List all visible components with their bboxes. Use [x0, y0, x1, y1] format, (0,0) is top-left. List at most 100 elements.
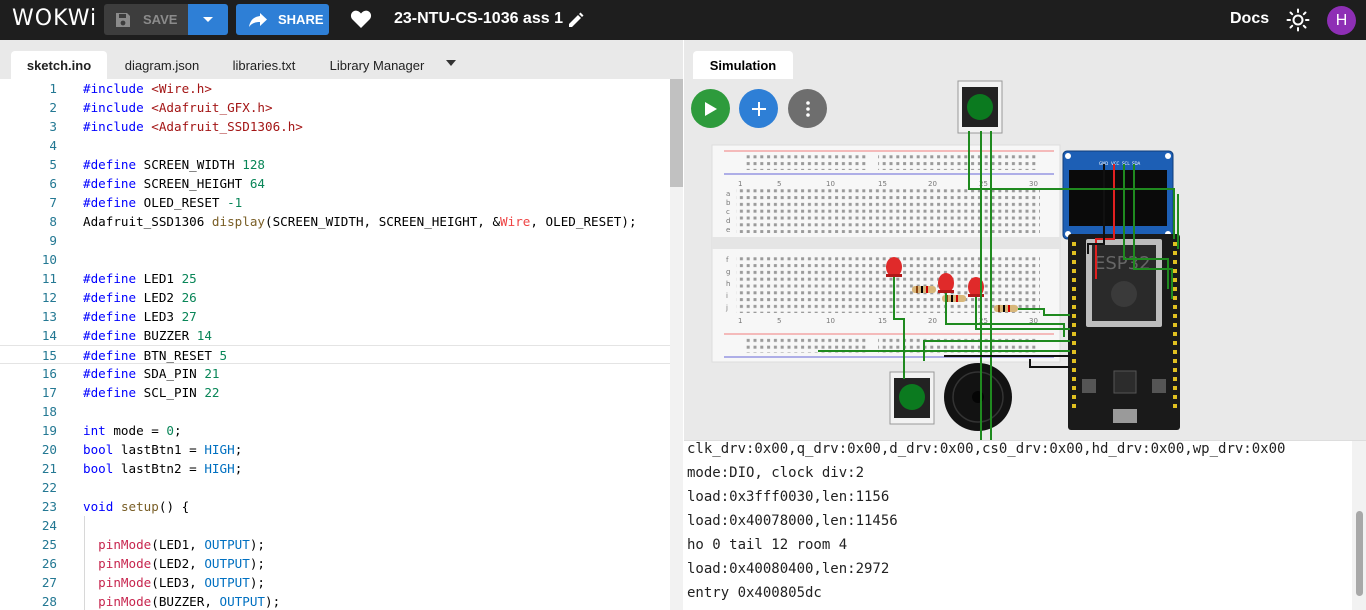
code-line: #include <Adafruit_GFX.h>: [83, 100, 273, 115]
esp32-pin[interactable]: [1173, 314, 1177, 318]
code-area[interactable]: 1 #include <Wire.h> 2 #include <Adafruit_G…: [0, 79, 670, 610]
esp32-pin[interactable]: [1173, 278, 1177, 282]
esp32-pin[interactable]: [1072, 359, 1076, 363]
buzzer[interactable]: [944, 363, 1012, 431]
simulation-pane: Simulation 1 5 10 15 20 25 30 1 5 10 15 …: [684, 40, 1366, 610]
oled-display[interactable]: GND VCC SCL SDA: [1062, 150, 1174, 240]
code-line: bool lastBtn1 = HIGH;: [83, 442, 243, 457]
esp32-pin[interactable]: [1072, 260, 1076, 264]
esp32-pin[interactable]: [1173, 287, 1177, 291]
resistor-1[interactable]: [912, 286, 936, 293]
resistor-3[interactable]: [994, 305, 1018, 312]
breadboard-row-label: a: [726, 190, 730, 198]
save-options-dropdown[interactable]: [188, 4, 228, 35]
esp32-pin[interactable]: [1173, 368, 1177, 372]
esp32-pin[interactable]: [1072, 332, 1076, 336]
esp32-pin[interactable]: [1173, 251, 1177, 255]
esp32-pin[interactable]: [1173, 305, 1177, 309]
esp32-pin[interactable]: [1072, 269, 1076, 273]
esp32-pin[interactable]: [1173, 404, 1177, 408]
line-number: 18: [41, 404, 57, 419]
serial-line: load:0x40078000,len:11456: [687, 513, 898, 529]
esp32-pin[interactable]: [1072, 377, 1076, 381]
code-line: #define LED1 25: [83, 271, 197, 286]
esp32-pin[interactable]: [1173, 260, 1177, 264]
breadboard-row-label: d: [726, 217, 730, 225]
esp32-pin[interactable]: [1072, 287, 1076, 291]
tab-libraries-txt[interactable]: libraries.txt: [218, 51, 310, 79]
esp32-pin[interactable]: [1173, 296, 1177, 300]
esp32-pin[interactable]: [1072, 278, 1076, 282]
code-line: Adafruit_SSD1306 display(SCREEN_WIDTH, S…: [83, 214, 637, 229]
code-line: int mode = 0;: [83, 423, 182, 438]
esp32-pin[interactable]: [1173, 395, 1177, 399]
esp32-pin[interactable]: [1072, 323, 1076, 327]
sun-icon[interactable]: [1286, 8, 1310, 32]
esp32-pin[interactable]: [1173, 323, 1177, 327]
esp32-pin[interactable]: [1173, 359, 1177, 363]
esp32-pin[interactable]: [1072, 368, 1076, 372]
esp32-pin[interactable]: [1072, 404, 1076, 408]
esp32-label: ESP32: [1094, 253, 1151, 274]
esp32-pin[interactable]: [1173, 341, 1177, 345]
pencil-icon[interactable]: [567, 11, 585, 29]
heart-icon[interactable]: [350, 9, 372, 29]
esp32-pin[interactable]: [1173, 386, 1177, 390]
circuit-diagram: 1 5 10 15 20 25 30 1 5 10 15 20 25 30 a …: [711, 80, 1180, 440]
simulation-canvas[interactable]: 1 5 10 15 20 25 30 1 5 10 15 20 25 30 a …: [684, 79, 1366, 440]
esp32-pin[interactable]: [1072, 386, 1076, 390]
esp32-pin[interactable]: [1173, 377, 1177, 381]
pushbutton-bottom[interactable]: [889, 371, 935, 425]
led-2[interactable]: [938, 273, 954, 293]
serial-scrollbar[interactable]: [1352, 441, 1366, 610]
line-number: 21: [41, 461, 57, 476]
esp32-pin[interactable]: [1072, 314, 1076, 318]
share-icon: [249, 12, 267, 27]
line-number: 4: [49, 138, 57, 153]
docs-link[interactable]: Docs: [1230, 10, 1269, 28]
esp32-pin[interactable]: [1173, 350, 1177, 354]
code-line: #define BTN_RESET 5: [83, 348, 228, 363]
save-button[interactable]: SAVE: [104, 4, 188, 35]
tab-diagram-json[interactable]: diagram.json: [112, 51, 212, 79]
esp32-pin[interactable]: [1072, 341, 1076, 345]
top-bar: WOKWi SAVE SHARE 23-NTU-CS-1036 ass 1 Do…: [0, 0, 1366, 40]
esp32-pin[interactable]: [1072, 242, 1076, 246]
pushbutton-top[interactable]: [957, 80, 1003, 134]
project-title: 23-NTU-CS-1036 ass 1: [394, 10, 563, 27]
wokwi-logo[interactable]: WOKWi: [12, 6, 97, 31]
breadboard-col-label: 20: [928, 317, 937, 325]
breadboard-col-label: 1: [738, 180, 742, 188]
serial-scrollbar-thumb[interactable]: [1356, 511, 1363, 596]
esp32-pin[interactable]: [1173, 332, 1177, 336]
esp32-pin[interactable]: [1173, 269, 1177, 273]
line-number: 3: [49, 119, 57, 134]
tabs-more-chevron-icon[interactable]: [446, 60, 456, 66]
tab-library-manager[interactable]: Library Manager: [316, 51, 438, 79]
code-line: pinMode(LED3, OUTPUT);: [98, 575, 265, 590]
line-number: 23: [41, 499, 57, 514]
esp32-board[interactable]: ESP32: [1068, 234, 1180, 430]
user-avatar[interactable]: H: [1327, 6, 1356, 35]
share-button[interactable]: SHARE: [236, 4, 329, 35]
esp32-pin[interactable]: [1072, 305, 1076, 309]
editor-scrollbar[interactable]: [670, 79, 683, 610]
tab-sketch-ino[interactable]: sketch.ino: [11, 51, 107, 79]
code-line: pinMode(LED1, OUTPUT);: [98, 537, 265, 552]
tab-simulation[interactable]: Simulation: [693, 51, 793, 79]
line-number: 15: [41, 348, 57, 363]
serial-monitor[interactable]: clk_drv:0x00,q_drv:0x00,d_drv:0x00,cs0_d…: [684, 440, 1366, 610]
esp32-pin[interactable]: [1072, 296, 1076, 300]
line-number: 7: [49, 195, 57, 210]
esp32-pin[interactable]: [1072, 251, 1076, 255]
line-number: 20: [41, 442, 57, 457]
breadboard-col-label: 20: [928, 180, 937, 188]
esp32-pin[interactable]: [1173, 242, 1177, 246]
editor-scrollbar-thumb[interactable]: [670, 79, 683, 187]
esp32-pin[interactable]: [1072, 395, 1076, 399]
code-line: #define SCREEN_WIDTH 128: [83, 157, 265, 172]
line-number: 2: [49, 100, 57, 115]
led-1[interactable]: [886, 257, 902, 277]
line-number: 13: [41, 309, 57, 324]
esp32-pin[interactable]: [1072, 350, 1076, 354]
